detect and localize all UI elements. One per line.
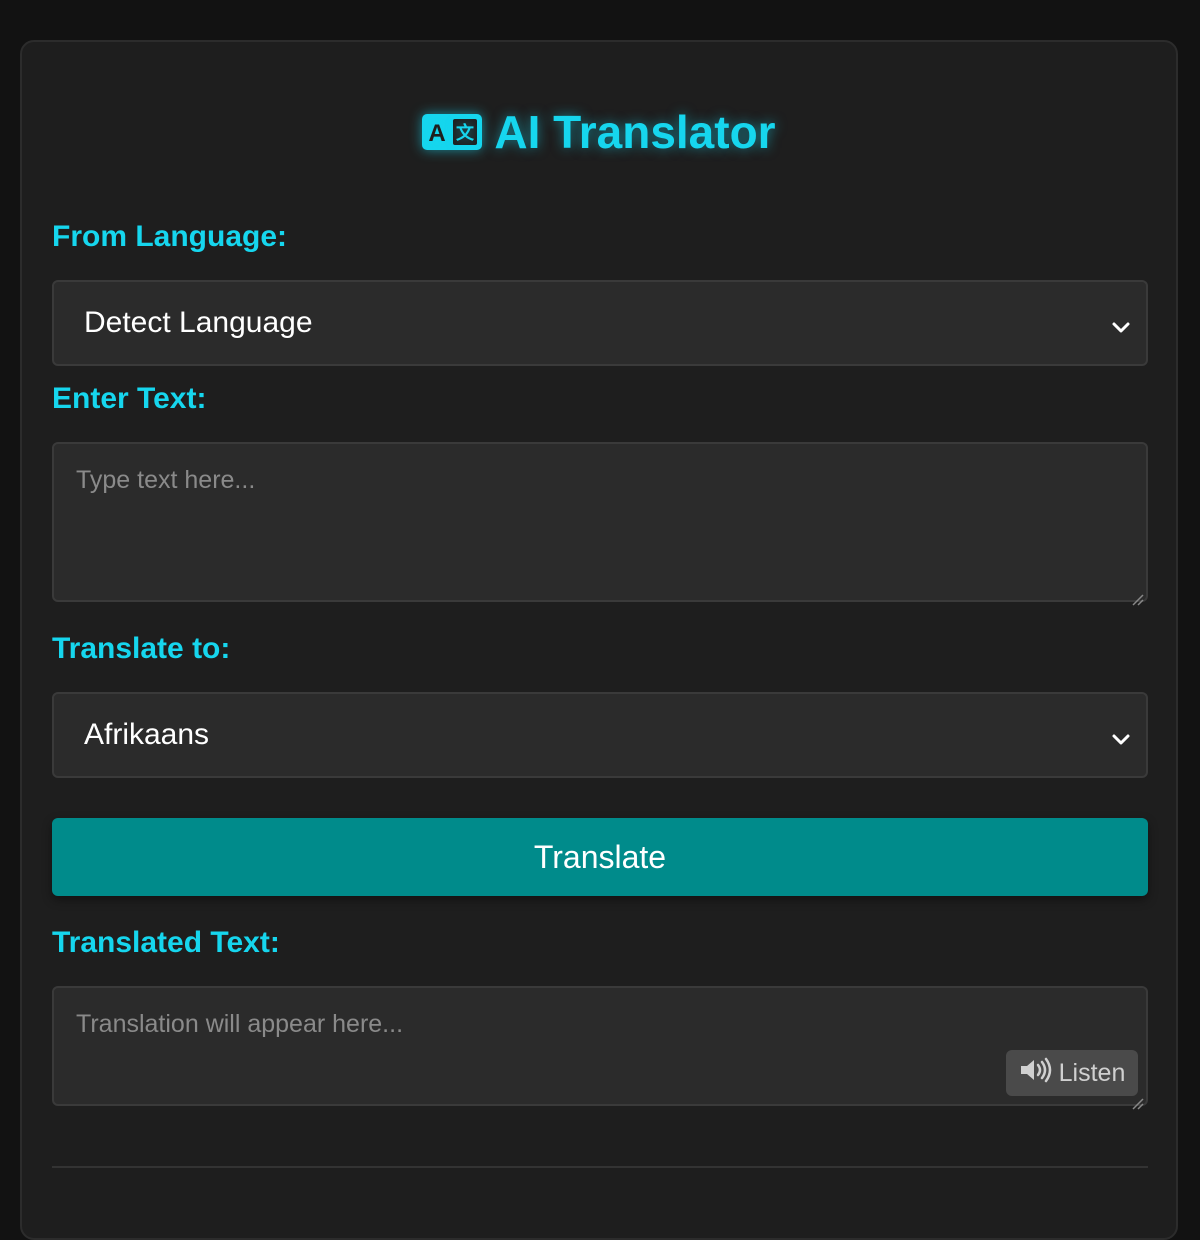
translated-text-output[interactable]: Translation will appear here... Listen bbox=[52, 986, 1148, 1110]
translate-icon: A 文 bbox=[422, 114, 483, 150]
chevron-down-icon bbox=[1110, 724, 1132, 746]
chevron-down-icon bbox=[1110, 312, 1132, 334]
resize-handle-icon[interactable] bbox=[1130, 1088, 1144, 1110]
svg-text:A: A bbox=[429, 120, 446, 147]
source-text-placeholder: Type text here... bbox=[76, 466, 256, 494]
resize-handle-icon[interactable] bbox=[1130, 584, 1144, 606]
title-text: AI Translator bbox=[494, 106, 776, 158]
target-language-select[interactable]: Afrikaans bbox=[52, 692, 1148, 778]
translate-button[interactable]: Translate bbox=[52, 818, 1148, 896]
source-text-input[interactable]: Type text here... bbox=[52, 442, 1148, 606]
page-title: A 文 AI Translator bbox=[22, 104, 1176, 160]
target-language-value: Afrikaans bbox=[84, 718, 210, 751]
from-language-select[interactable]: Detect Language bbox=[52, 280, 1148, 366]
from-language-value: Detect Language bbox=[84, 306, 313, 339]
translated-text-placeholder: Translation will appear here... bbox=[76, 1010, 404, 1038]
translate-to-label: Translate to: bbox=[52, 632, 231, 665]
listen-label: Listen bbox=[1058, 1058, 1126, 1087]
from-language-label: From Language: bbox=[52, 220, 288, 253]
translator-card: A 文 AI Translator From Language: Detect … bbox=[20, 40, 1178, 1240]
translated-text-label: Translated Text: bbox=[52, 926, 280, 959]
enter-text-label: Enter Text: bbox=[52, 382, 207, 415]
listen-button[interactable]: Listen bbox=[1006, 1050, 1138, 1096]
speaker-icon bbox=[1019, 1057, 1053, 1090]
divider bbox=[52, 1166, 1148, 1168]
svg-text:文: 文 bbox=[456, 122, 475, 143]
